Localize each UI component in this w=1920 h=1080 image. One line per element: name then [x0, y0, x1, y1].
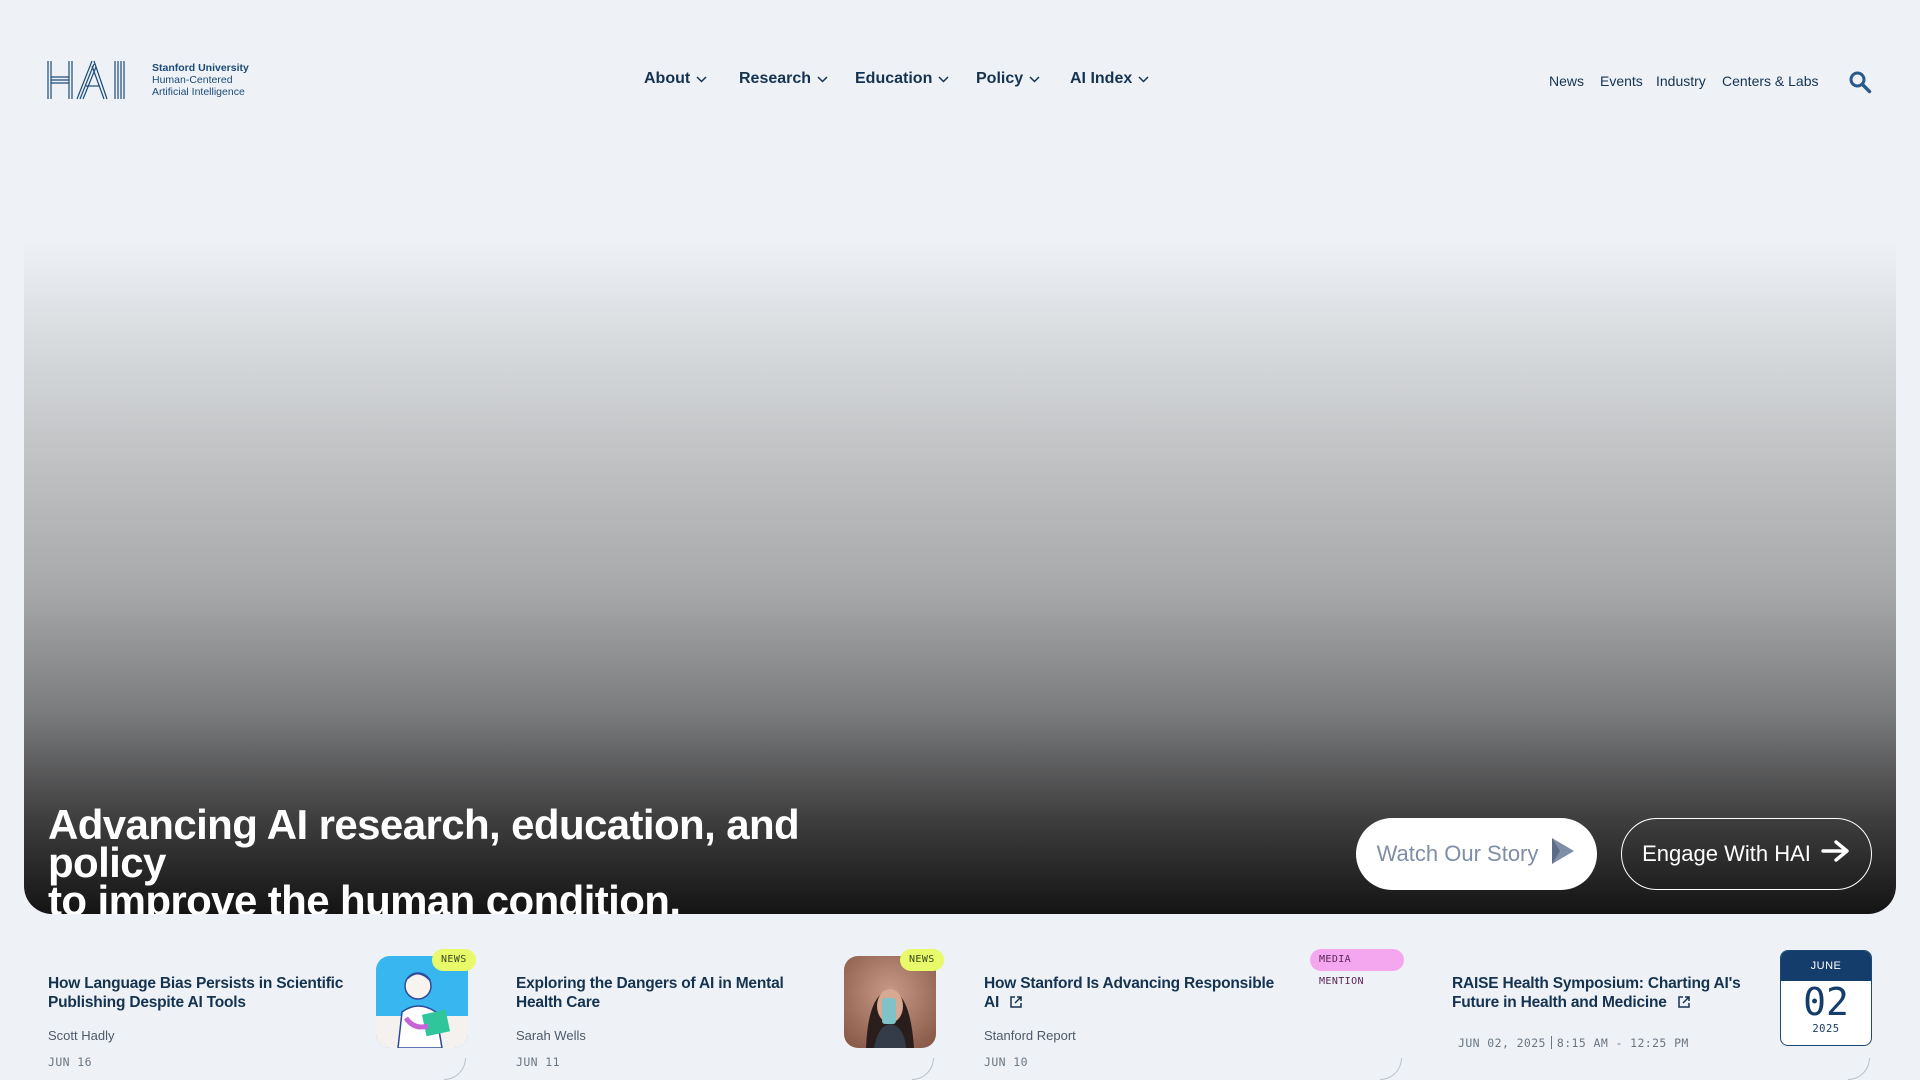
chevron-down-icon: [1138, 70, 1149, 88]
card-title-line-2: Health Care: [516, 994, 600, 1011]
card-date: JUN 10: [984, 1055, 1028, 1069]
card-corner-divider: [1380, 1058, 1402, 1080]
hero-headline-line-2: to improve the human condition.: [48, 877, 681, 915]
card-title-line-2-wrap: Future in Health and Medicine: [1452, 993, 1741, 1014]
chevron-down-icon: [938, 70, 949, 88]
hero-headline-line-1: Advancing AI research, education, and po…: [48, 801, 800, 886]
site-header: Stanford University Human-Centered Artif…: [0, 0, 1920, 165]
card-author: Sarah Wells: [516, 1028, 586, 1043]
chevron-down-icon: [1029, 70, 1040, 88]
watch-our-story-button[interactable]: Watch Our Story: [1356, 818, 1597, 890]
card-title-line-2: Future in Health and Medicine: [1452, 994, 1667, 1011]
news-card-2[interactable]: Exploring the Dangers of AI in Mental He…: [516, 949, 944, 1080]
hero-headline: Advancing AI research, education, and po…: [48, 801, 888, 915]
card-date: JUN 11: [516, 1055, 560, 1069]
nav-about[interactable]: About: [644, 70, 707, 88]
card-title-line-1: RAISE Health Symposium: Charting AI's: [1452, 975, 1741, 992]
card-title-line-2: AI: [984, 994, 1000, 1011]
nav-policy-label: Policy: [976, 70, 1024, 87]
event-date: JUN 02, 2025: [1458, 1036, 1546, 1050]
hero-banner: Advancing AI research, education, and po…: [24, 240, 1896, 914]
calendar-month: JUNE: [1781, 951, 1871, 981]
nav-ai-index-label: AI Index: [1070, 70, 1133, 87]
engage-with-hai-button[interactable]: Engage With HAI: [1621, 818, 1872, 890]
nav-policy[interactable]: Policy: [976, 70, 1040, 88]
chevron-down-icon: [817, 70, 828, 88]
engage-with-hai-label: Engage With HAI: [1642, 841, 1811, 866]
card-author: Scott Hadly: [48, 1028, 115, 1043]
news-card-1[interactable]: How Language Bias Persists in Scientific…: [48, 949, 476, 1080]
event-datetime: JUN 02, 2025 8:15 AM - 12:25 PM: [1458, 1036, 1689, 1050]
chevron-down-icon: [696, 70, 707, 88]
util-link-centers-labs[interactable]: Centers & Labs: [1722, 73, 1819, 89]
external-link-icon: [1009, 995, 1023, 1014]
news-badge: NEWS: [900, 949, 944, 971]
event-time: 8:15 AM - 12:25 PM: [1556, 1036, 1689, 1050]
nav-research[interactable]: Research: [739, 70, 828, 88]
card-title: Exploring the Dangers of AI in Mental He…: [516, 974, 784, 1012]
nav-education-label: Education: [855, 70, 933, 87]
arrow-right-icon: [1821, 840, 1851, 868]
card-title-line-1: Exploring the Dangers of AI in Mental: [516, 975, 784, 992]
card-title: How Stanford Is Advancing Responsible AI: [984, 974, 1274, 1014]
news-card-3[interactable]: How Stanford Is Advancing Responsible AI…: [984, 949, 1404, 1080]
nav-about-label: About: [644, 70, 691, 87]
calendar-year: 2025: [1812, 1023, 1840, 1035]
util-link-news[interactable]: News: [1549, 73, 1584, 89]
play-icon: [1550, 836, 1576, 872]
card-title: RAISE Health Symposium: Charting AI's Fu…: [1452, 974, 1741, 1014]
card-corner-divider: [1848, 1058, 1870, 1080]
nav-education[interactable]: Education: [855, 70, 949, 88]
card-date: JUN 16: [48, 1055, 92, 1069]
util-link-events[interactable]: Events: [1600, 73, 1643, 89]
external-link-icon: [1677, 995, 1691, 1014]
card-title-line-1: How Language Bias Persists in Scientific: [48, 975, 344, 992]
card-title: How Language Bias Persists in Scientific…: [48, 974, 343, 1012]
calendar-day: 02: [1803, 980, 1849, 1024]
card-author: Stanford Report: [984, 1028, 1076, 1043]
card-title-line-1: How Stanford Is Advancing Responsible: [984, 975, 1275, 992]
card-title-line-2-wrap: AI: [984, 993, 1274, 1014]
nav-research-label: Research: [739, 70, 812, 87]
card-title-line-2: Publishing Despite AI Tools: [48, 994, 246, 1011]
util-link-industry[interactable]: Industry: [1656, 73, 1706, 89]
news-badge: NEWS: [432, 949, 476, 971]
card-corner-divider: [912, 1058, 934, 1080]
media-mention-badge: MEDIA MENTION: [1310, 949, 1404, 987]
event-calendar-icon: JUNE 02 2025: [1780, 950, 1872, 1046]
watch-our-story-label: Watch Our Story: [1376, 841, 1539, 866]
card-corner-divider: [444, 1058, 466, 1080]
search-icon[interactable]: [1848, 70, 1872, 99]
datetime-separator: [1550, 1036, 1552, 1049]
nav-ai-index[interactable]: AI Index: [1070, 70, 1149, 88]
